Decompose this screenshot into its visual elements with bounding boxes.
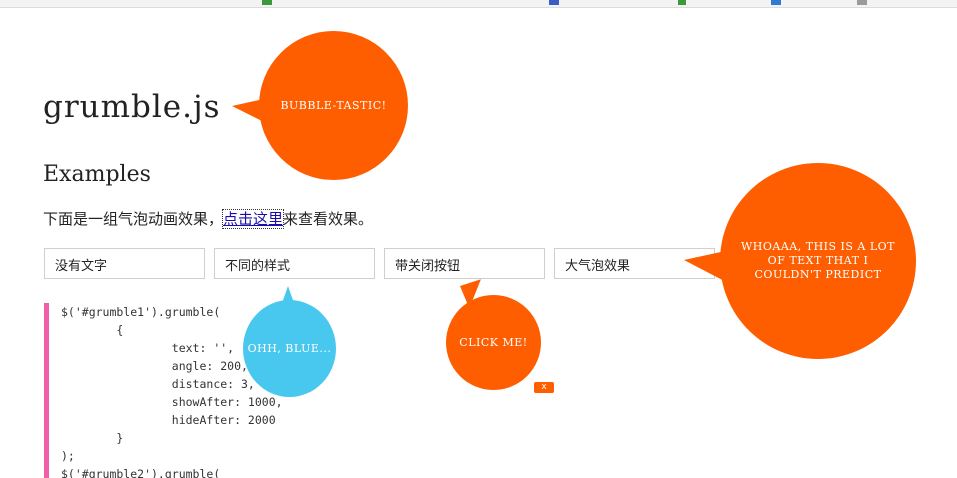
intro-paragraph: 下面是一组气泡动画效果，点击这里来查看效果。 (43, 208, 373, 229)
bookmark-icon[interactable] (262, 0, 272, 5)
bookmark-icon[interactable] (771, 0, 781, 5)
click-me-text: CLICK ME! (459, 336, 528, 349)
bookmark-icon[interactable] (678, 0, 686, 5)
big-bubble-text: WHOAAA, THIS IS A LOT OF TEXT THAT I COU… (740, 240, 896, 281)
page-title: grumble.js (43, 89, 221, 125)
code-line: ); (61, 449, 75, 463)
click-me-bubble[interactable]: CLICK ME! (446, 295, 541, 390)
code-line: hideAfter: 2000 (61, 413, 276, 427)
demo-button-different-style[interactable]: 不同的样式 (214, 248, 375, 279)
examples-heading: Examples (43, 162, 151, 187)
browser-bookmark-bar (0, 0, 957, 8)
code-line: $('#grumble2').grumble( (61, 467, 221, 478)
title-speech-bubble: BUBBLE-TASTIC! (259, 31, 408, 180)
blue-speech-bubble: OHH, BLUE... (243, 300, 336, 397)
bubble-close-button[interactable]: x (534, 382, 554, 393)
code-line: showAfter: 1000, (61, 395, 283, 409)
blue-bubble-text: OHH, BLUE... (247, 342, 332, 355)
demo-button-no-text[interactable]: 没有文字 (44, 248, 205, 279)
intro-tail: 来查看效果。 (283, 210, 374, 228)
bookmark-icon[interactable] (857, 0, 867, 5)
title-bubble-text: BUBBLE-TASTIC! (280, 99, 387, 112)
big-speech-bubble: WHOAAA, THIS IS A LOT OF TEXT THAT I COU… (720, 163, 916, 359)
demo-button-with-close[interactable]: 带关闭按钮 (384, 248, 545, 279)
intro-text: 下面是一组气泡动画效果， (43, 210, 224, 228)
code-line: } (61, 431, 124, 445)
bookmark-icon[interactable] (549, 0, 559, 5)
click-here-link[interactable]: 点击这里 (222, 209, 285, 229)
